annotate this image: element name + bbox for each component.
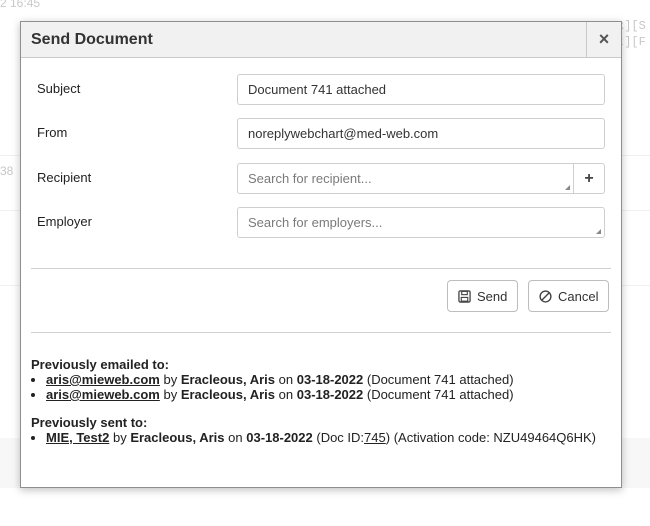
on-text: on <box>228 430 243 445</box>
previously-sent-title: Previously sent to: <box>31 415 148 430</box>
list-item: MIE, Test2 by Eracleous, Aris on 03-18-2… <box>46 430 596 445</box>
sent-date: 03-18-2022 <box>246 430 313 445</box>
employer-row: Employer Search for employers... <box>37 207 607 239</box>
form-divider <box>31 268 611 269</box>
send-button-label: Send <box>477 288 508 304</box>
doc-id-suffix: ) <box>385 430 391 445</box>
doc-id-link[interactable]: 745 <box>364 430 386 445</box>
resize-handle-icon <box>565 185 570 190</box>
add-recipient-button[interactable]: + <box>573 163 605 194</box>
subject-input[interactable]: Document 741 attached <box>237 74 605 105</box>
close-icon: × <box>598 29 610 49</box>
plus-icon: + <box>584 169 594 187</box>
sender-name: Eracleous, Aris <box>180 372 276 387</box>
on-text: on <box>278 387 294 402</box>
previously-sent-list: MIE, Test2 by Eracleous, Aris on 03-18-2… <box>31 430 596 445</box>
employer-label: Employer <box>37 214 92 229</box>
doc-id-prefix: (Doc ID: <box>316 430 365 445</box>
from-row: From noreplywebchart@med-web.com <box>37 118 607 150</box>
by-text: by <box>112 430 127 445</box>
previously-emailed-title: Previously emailed to: <box>31 357 169 372</box>
entry-note: (Document 741 attached) <box>366 387 514 402</box>
list-item: aris@mieweb.com by Eracleous, Aris on 03… <box>46 372 514 387</box>
on-text: on <box>278 372 294 387</box>
by-text: by <box>163 372 178 387</box>
ban-icon <box>539 289 552 303</box>
entry-note: (Document 741 attached) <box>366 372 514 387</box>
resize-handle-icon <box>596 229 601 234</box>
recipient-search-input[interactable]: Search for recipient... <box>237 163 574 194</box>
dialog-titlebar: Send Document × <box>21 22 621 58</box>
subject-row: Subject Document 741 attached <box>37 74 607 106</box>
sender-name: Eracleous, Aris <box>130 430 225 445</box>
recipient-placeholder: Search for recipient... <box>248 171 372 186</box>
previously-sent-section: Previously sent to: MIE, Test2 by Eracle… <box>31 415 596 445</box>
employer-placeholder: Search for employers... <box>248 215 383 230</box>
from-label: From <box>37 125 68 140</box>
cancel-button[interactable]: Cancel <box>528 280 610 312</box>
send-button[interactable]: Send <box>447 280 519 312</box>
employer-search-input[interactable]: Search for employers... <box>237 207 605 238</box>
subject-label: Subject <box>37 81 81 96</box>
cancel-button-label: Cancel <box>558 288 599 304</box>
background-timestamp: 2 16:45 <box>0 0 41 10</box>
email-link[interactable]: aris@mieweb.com <box>46 387 160 402</box>
sent-date: 03-18-2022 <box>296 387 364 402</box>
close-button[interactable]: × <box>586 22 621 57</box>
email-link[interactable]: aris@mieweb.com <box>46 372 160 387</box>
previously-emailed-section: Previously emailed to: aris@mieweb.com b… <box>31 357 514 402</box>
activation-code: (Activation code: NZU49464Q6HK) <box>393 430 597 445</box>
previously-emailed-list: aris@mieweb.com by Eracleous, Aris on 03… <box>31 372 514 402</box>
recipient-row: Recipient Search for recipient... + <box>37 163 607 195</box>
list-item: aris@mieweb.com by Eracleous, Aris on 03… <box>46 387 514 402</box>
history-divider <box>31 332 611 333</box>
sent-date: 03-18-2022 <box>296 372 364 387</box>
recipient-label: Recipient <box>37 170 92 185</box>
send-document-dialog: Send Document × Subject Document 741 att… <box>20 21 622 488</box>
dialog-title: Send Document <box>31 31 153 48</box>
save-icon <box>458 289 471 303</box>
sender-name: Eracleous, Aris <box>180 387 276 402</box>
from-input[interactable]: noreplywebchart@med-web.com <box>237 118 605 149</box>
recipient-link[interactable]: MIE, Test2 <box>46 430 109 445</box>
background-number: 38 <box>0 164 14 178</box>
by-text: by <box>163 387 178 402</box>
